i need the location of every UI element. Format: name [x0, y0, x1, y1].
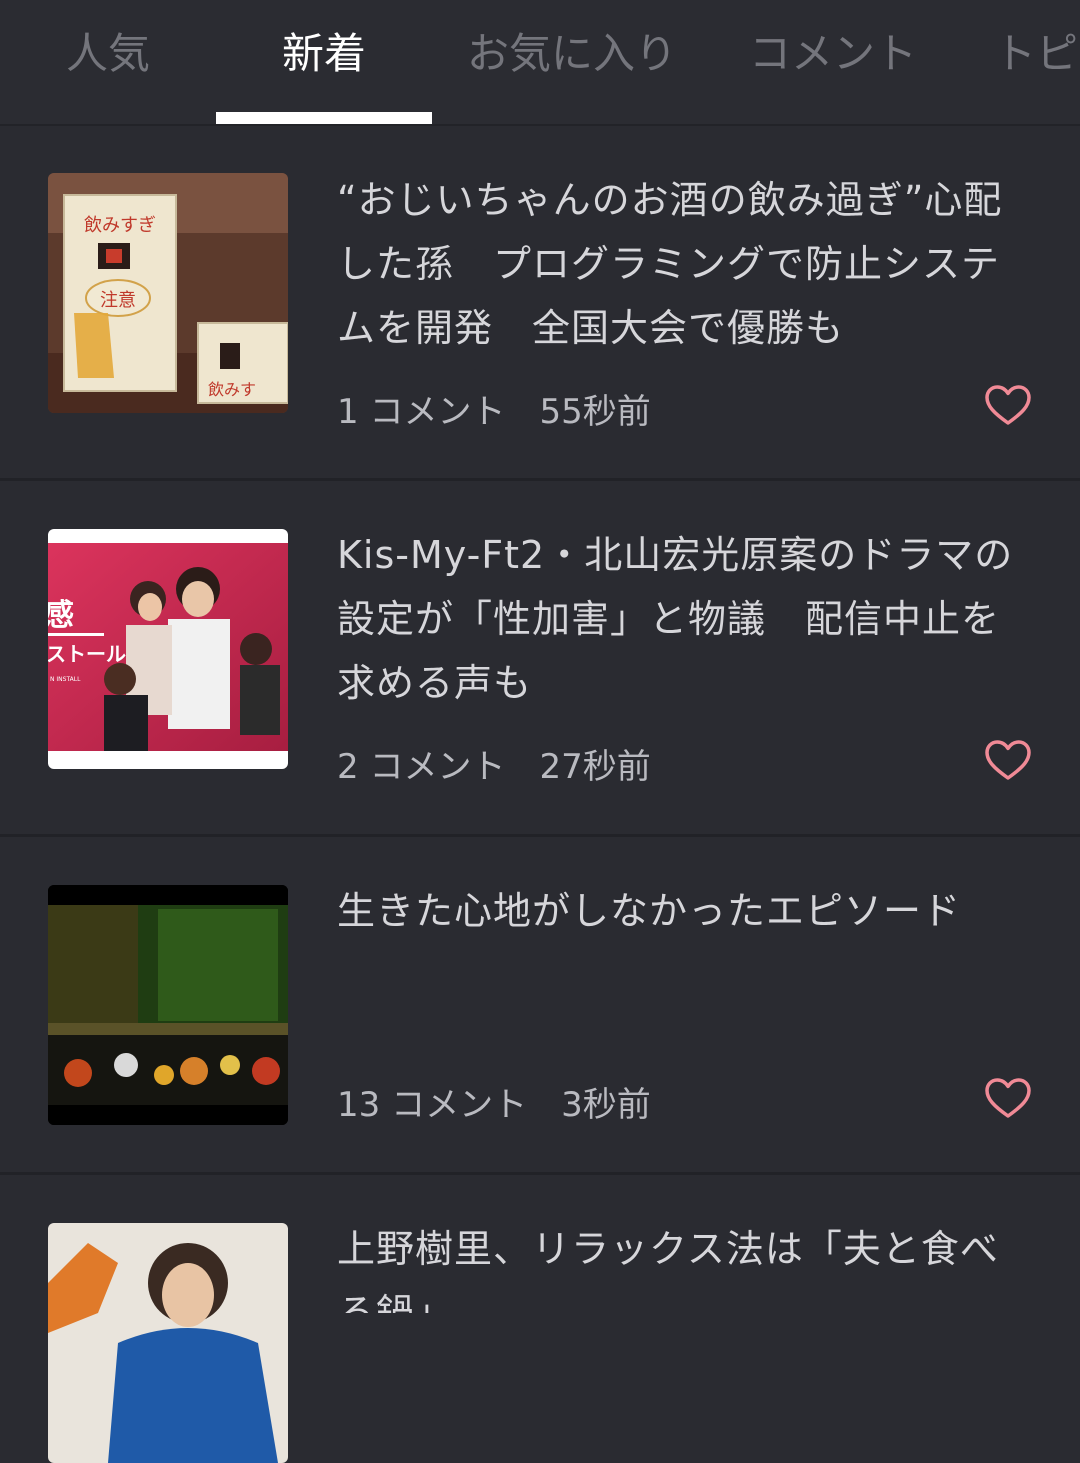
favorite-heart-icon[interactable]: [984, 382, 1032, 430]
tab-topics[interactable]: トピ: [994, 0, 1080, 124]
posted-time: 3秒前: [561, 1085, 651, 1125]
poster-subtitle-text: N INSTALL: [50, 676, 81, 683]
posted-time: 55秒前: [539, 392, 651, 432]
article-title[interactable]: 上野樹里、リラックス法は「夫と食べる鍋」: [337, 1217, 1027, 1313]
svg-text:飲みす: 飲みす: [208, 380, 256, 399]
article-card[interactable]: 飲みすぎ 注意 飲みす “おじいちゃんのお酒の飲み過ぎ”心配した孫 プログラミン…: [0, 126, 1080, 481]
article-thumbnail[interactable]: 感 ストール N INSTALL: [48, 529, 288, 769]
drama-poster-photo: 感 ストール N INSTALL: [48, 543, 288, 751]
dark-room-toys-photo: [48, 885, 288, 1125]
category-tab-bar: 人気 新着 お気に入り コメント トピ: [0, 0, 1080, 126]
article-title[interactable]: “おじいちゃんのお酒の飲み過ぎ”心配した孫 プログラミングで防止システムを開発 …: [337, 168, 1027, 360]
tab-popular[interactable]: 人気: [38, 0, 178, 124]
favorite-heart-icon[interactable]: [984, 737, 1032, 785]
active-tab-indicator: [216, 112, 432, 124]
sake-alarm-box-photo: 飲みすぎ 注意 飲みす: [48, 173, 288, 413]
comment-count: 1 コメント: [337, 392, 506, 432]
tab-new[interactable]: 新着: [216, 0, 432, 124]
posted-time: 27秒前: [539, 747, 651, 787]
article-card[interactable]: 生きた心地がしなかったエピソード 13 コメント 3秒前: [0, 837, 1080, 1175]
article-meta: 2 コメント 27秒前: [337, 739, 651, 788]
article-thumbnail[interactable]: 飲みすぎ 注意 飲みす: [48, 173, 288, 413]
tab-favorites[interactable]: お気に入り: [458, 0, 686, 124]
favorite-heart-icon[interactable]: [984, 1075, 1032, 1123]
article-meta: 1 コメント 55秒前: [337, 384, 651, 433]
svg-text:感: 感: [48, 598, 74, 633]
comment-count: 2 コメント: [337, 747, 506, 787]
article-card[interactable]: 感 ストール N INSTALL Kis-My-Ft2・北山宏光原案のドラマの設…: [0, 481, 1080, 837]
article-thumbnail[interactable]: [48, 1223, 288, 1463]
svg-text:飲みすぎ: 飲みすぎ: [84, 215, 156, 236]
article-title[interactable]: Kis-My-Ft2・北山宏光原案のドラマの設定が「性加害」と物議 配信中止を求…: [337, 523, 1027, 715]
tab-comments[interactable]: コメント: [738, 0, 928, 124]
article-thumbnail[interactable]: [48, 885, 288, 1125]
article-title[interactable]: 生きた心地がしなかったエピソード: [337, 879, 1027, 1007]
article-card[interactable]: 上野樹里、リラックス法は「夫と食べる鍋」: [0, 1175, 1080, 1463]
svg-text:注意: 注意: [100, 290, 136, 311]
comment-count: 13 コメント: [337, 1085, 528, 1125]
poster-title-text: ストール: [48, 642, 126, 666]
woman-portrait-photo: [48, 1223, 288, 1463]
article-meta: 13 コメント 3秒前: [337, 1077, 651, 1126]
